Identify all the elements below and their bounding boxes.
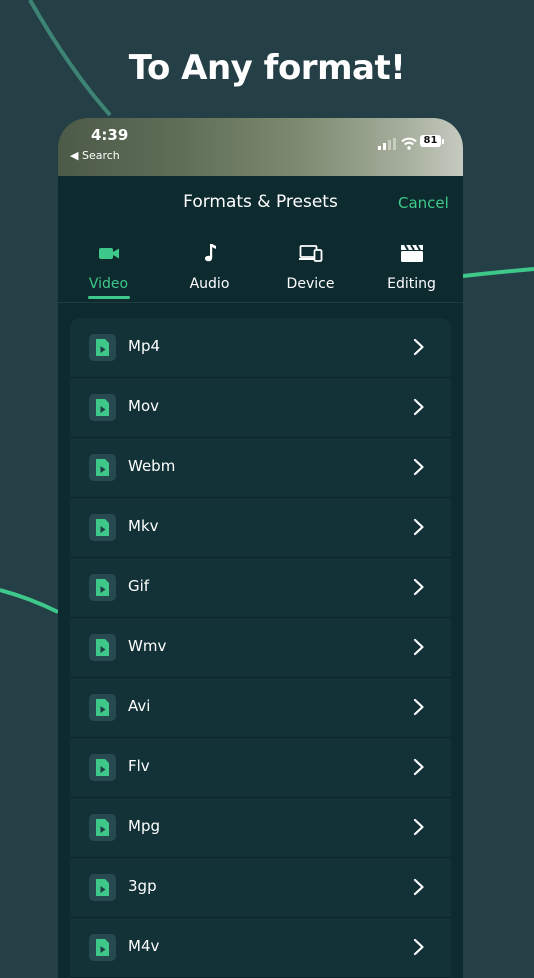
format-row[interactable]: M4v: [70, 918, 451, 978]
tab-editing[interactable]: Editing: [361, 240, 462, 302]
format-label: Wmv: [128, 637, 167, 655]
video-camera-icon: [98, 248, 119, 259]
format-row[interactable]: Mov: [70, 378, 451, 438]
format-row[interactable]: Flv: [70, 738, 451, 798]
tab-video-label: Video: [88, 276, 129, 292]
format-row[interactable]: Webm: [70, 438, 451, 498]
chevron-right-icon: [413, 818, 424, 836]
format-label: 3gp: [128, 877, 157, 895]
chevron-right-icon: [413, 638, 424, 656]
chevron-right-icon: [413, 398, 424, 416]
format-row[interactable]: Wmv: [70, 618, 451, 678]
format-label: Flv: [128, 757, 150, 775]
headline: To Any format!: [128, 48, 406, 88]
clapperboard-icon: [400, 244, 423, 262]
tab-audio-label: Audio: [189, 276, 230, 292]
format-label: Avi: [128, 697, 151, 715]
format-label: Mkv: [128, 517, 159, 535]
format-label: Mov: [128, 397, 159, 415]
format-row[interactable]: Avi: [70, 678, 451, 738]
format-list: Mp4 Mov Webm Mkv Gif Wmv Avi Flv Mpg 3gp…: [70, 318, 451, 978]
format-label: Gif: [128, 577, 150, 595]
chevron-right-icon: [413, 578, 424, 596]
video-file-icon: [89, 394, 116, 421]
chevron-right-icon: [413, 758, 424, 776]
tab-video[interactable]: Video: [58, 240, 159, 302]
video-file-icon: [89, 574, 116, 601]
video-file-icon: [89, 874, 116, 901]
chevron-right-icon: [413, 338, 424, 356]
format-row[interactable]: Mpg: [70, 798, 451, 858]
format-label: Mpg: [128, 817, 160, 835]
chevron-right-icon: [413, 518, 424, 536]
cellular-signal-icon: [378, 138, 396, 150]
video-file-icon: [89, 634, 116, 661]
chevron-right-icon: [413, 458, 424, 476]
battery-tip: [442, 139, 444, 144]
video-file-icon: [89, 814, 116, 841]
format-label: M4v: [128, 937, 160, 955]
video-file-icon: [89, 934, 116, 961]
chevron-right-icon: [413, 698, 424, 716]
tab-device-label: Device: [286, 276, 335, 292]
format-row[interactable]: 3gp: [70, 858, 451, 918]
phone-screen: 4:39 ◀ Search 81 Formats & Presets Cance…: [58, 118, 463, 978]
format-label: Webm: [128, 457, 176, 475]
video-file-icon: [89, 454, 116, 481]
music-note-icon: [204, 244, 216, 262]
tab-audio[interactable]: Audio: [159, 240, 260, 302]
tab-editing-label: Editing: [387, 276, 436, 292]
cancel-button[interactable]: Cancel: [398, 194, 449, 212]
active-tab-indicator: [88, 296, 130, 299]
video-file-icon: [89, 514, 116, 541]
tab-device[interactable]: Device: [260, 240, 361, 302]
video-file-icon: [89, 754, 116, 781]
video-file-icon: [89, 694, 116, 721]
wifi-icon: [401, 137, 417, 150]
video-file-icon: [89, 334, 116, 361]
devices-icon: [298, 245, 322, 262]
chevron-right-icon: [413, 878, 424, 896]
format-row[interactable]: Mp4: [70, 318, 451, 378]
format-row[interactable]: Mkv: [70, 498, 451, 558]
status-bar: 4:39 ◀ Search 81: [58, 118, 463, 176]
format-label: Mp4: [128, 337, 161, 355]
chevron-right-icon: [413, 938, 424, 956]
back-to-search-link[interactable]: ◀ Search: [70, 149, 120, 162]
status-time: 4:39: [91, 126, 129, 144]
battery-indicator: 81: [420, 135, 441, 147]
formats-sheet: Formats & Presets Cancel Video Audio Dev…: [58, 176, 463, 978]
format-row[interactable]: Gif: [70, 558, 451, 618]
format-tabs: Video Audio Device Editing: [58, 240, 463, 303]
